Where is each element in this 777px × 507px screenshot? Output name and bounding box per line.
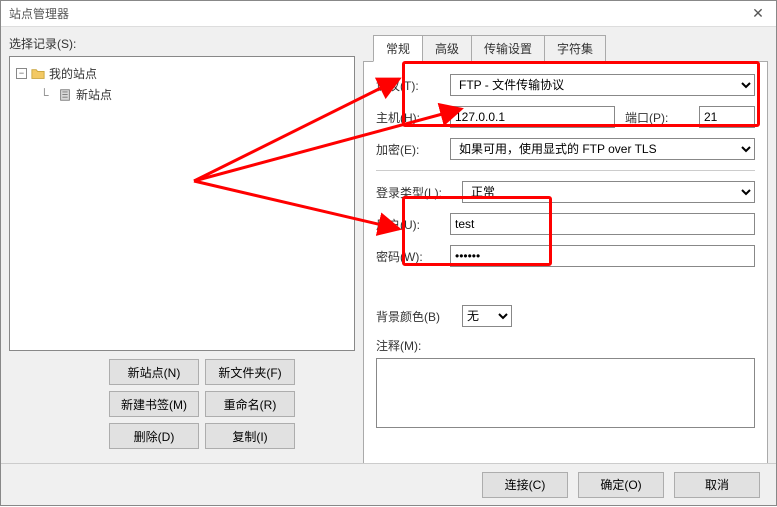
delete-button[interactable]: 删除(D) [109, 423, 199, 449]
titlebar: 站点管理器 ✕ [1, 1, 776, 27]
host-label: 主机(H): [376, 109, 444, 126]
user-input[interactable] [450, 213, 755, 235]
protocol-select[interactable]: FTP - 文件传输协议 [450, 74, 755, 96]
tab-advanced[interactable]: 高级 [422, 35, 472, 62]
tree-branch-icon: └ [40, 88, 54, 102]
separator [376, 170, 755, 171]
cancel-button[interactable]: 取消 [674, 472, 760, 498]
window-title: 站点管理器 [9, 5, 69, 22]
password-label: 密码(W): [376, 248, 444, 265]
new-bookmark-button[interactable]: 新建书签(M) [109, 391, 199, 417]
port-input[interactable] [699, 106, 755, 128]
new-folder-button[interactable]: 新文件夹(F) [205, 359, 295, 385]
connect-button[interactable]: 连接(C) [482, 472, 568, 498]
new-site-button[interactable]: 新站点(N) [109, 359, 199, 385]
tab-strip: 常规 高级 传输设置 字符集 [373, 35, 777, 62]
row-host: 主机(H): 端口(P): [376, 106, 755, 128]
row-user: 用户(U): [376, 213, 755, 235]
password-input[interactable] [450, 245, 755, 267]
user-label: 用户(U): [376, 216, 444, 233]
encryption-label: 加密(E): [376, 141, 444, 158]
comments-label: 注释(M): [376, 337, 755, 354]
tree-child-label: 新站点 [76, 86, 112, 103]
expander-icon[interactable]: − [16, 68, 27, 79]
port-label: 端口(P): [625, 109, 693, 126]
copy-button[interactable]: 复制(I) [205, 423, 295, 449]
tab-transfer[interactable]: 传输设置 [471, 35, 545, 62]
site-buttons: 新站点(N) 新文件夹(F) 新建书签(M) 重命名(R) 删除(D) 复制(I… [9, 359, 355, 449]
row-bgcolor: 背景颜色(B) 无 [376, 305, 755, 327]
row-protocol: 协议(T): FTP - 文件传输协议 [376, 74, 755, 96]
row-password: 密码(W): [376, 245, 755, 267]
comments-textarea[interactable] [376, 358, 755, 428]
tab-general[interactable]: 常规 [373, 35, 423, 62]
content-area: 选择记录(S): − 我的站点 └ 新站点 新站 [1, 27, 776, 457]
site-manager-window: 站点管理器 ✕ 选择记录(S): − 我的站点 └ 新站 [0, 0, 777, 506]
tab-charset[interactable]: 字符集 [544, 35, 606, 62]
select-entry-label: 选择记录(S): [9, 35, 355, 52]
logon-type-select[interactable]: 正常 [462, 181, 755, 203]
ok-button[interactable]: 确定(O) [578, 472, 664, 498]
tree-child[interactable]: └ 新站点 [16, 84, 348, 105]
rename-button[interactable]: 重命名(R) [205, 391, 295, 417]
folder-icon [31, 67, 45, 81]
site-tree[interactable]: − 我的站点 └ 新站点 [9, 56, 355, 351]
bgcolor-select[interactable]: 无 [462, 305, 512, 327]
tree-root-label: 我的站点 [49, 65, 97, 82]
dialog-footer: 连接(C) 确定(O) 取消 [1, 463, 776, 505]
logon-type-label: 登录类型(L): [376, 184, 456, 201]
right-pane: 常规 高级 传输设置 字符集 协议(T): FTP - 文件传输协议 主机(H)… [363, 35, 768, 449]
host-input[interactable] [450, 106, 615, 128]
row-encryption: 加密(E): 如果可用，使用显式的 FTP over TLS [376, 138, 755, 160]
bgcolor-label: 背景颜色(B) [376, 308, 456, 325]
close-icon[interactable]: ✕ [748, 5, 768, 22]
left-pane: 选择记录(S): − 我的站点 └ 新站点 新站 [9, 35, 355, 449]
row-logon: 登录类型(L): 正常 [376, 181, 755, 203]
protocol-label: 协议(T): [376, 77, 444, 94]
tab-panel-general: 协议(T): FTP - 文件传输协议 主机(H): 端口(P): 加密(E):… [363, 61, 768, 466]
tree-root[interactable]: − 我的站点 [16, 63, 348, 84]
server-icon [58, 88, 72, 102]
encryption-select[interactable]: 如果可用，使用显式的 FTP over TLS [450, 138, 755, 160]
